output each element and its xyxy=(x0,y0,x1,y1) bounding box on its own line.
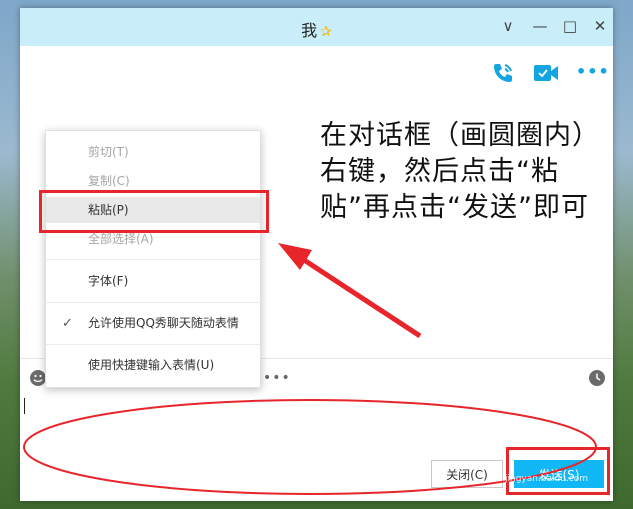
arrow-head xyxy=(278,243,312,270)
watermark-text: jingyan.baidu.com xyxy=(505,474,589,484)
arrow-shaft xyxy=(296,253,422,339)
annotation-overlay xyxy=(23,243,597,495)
